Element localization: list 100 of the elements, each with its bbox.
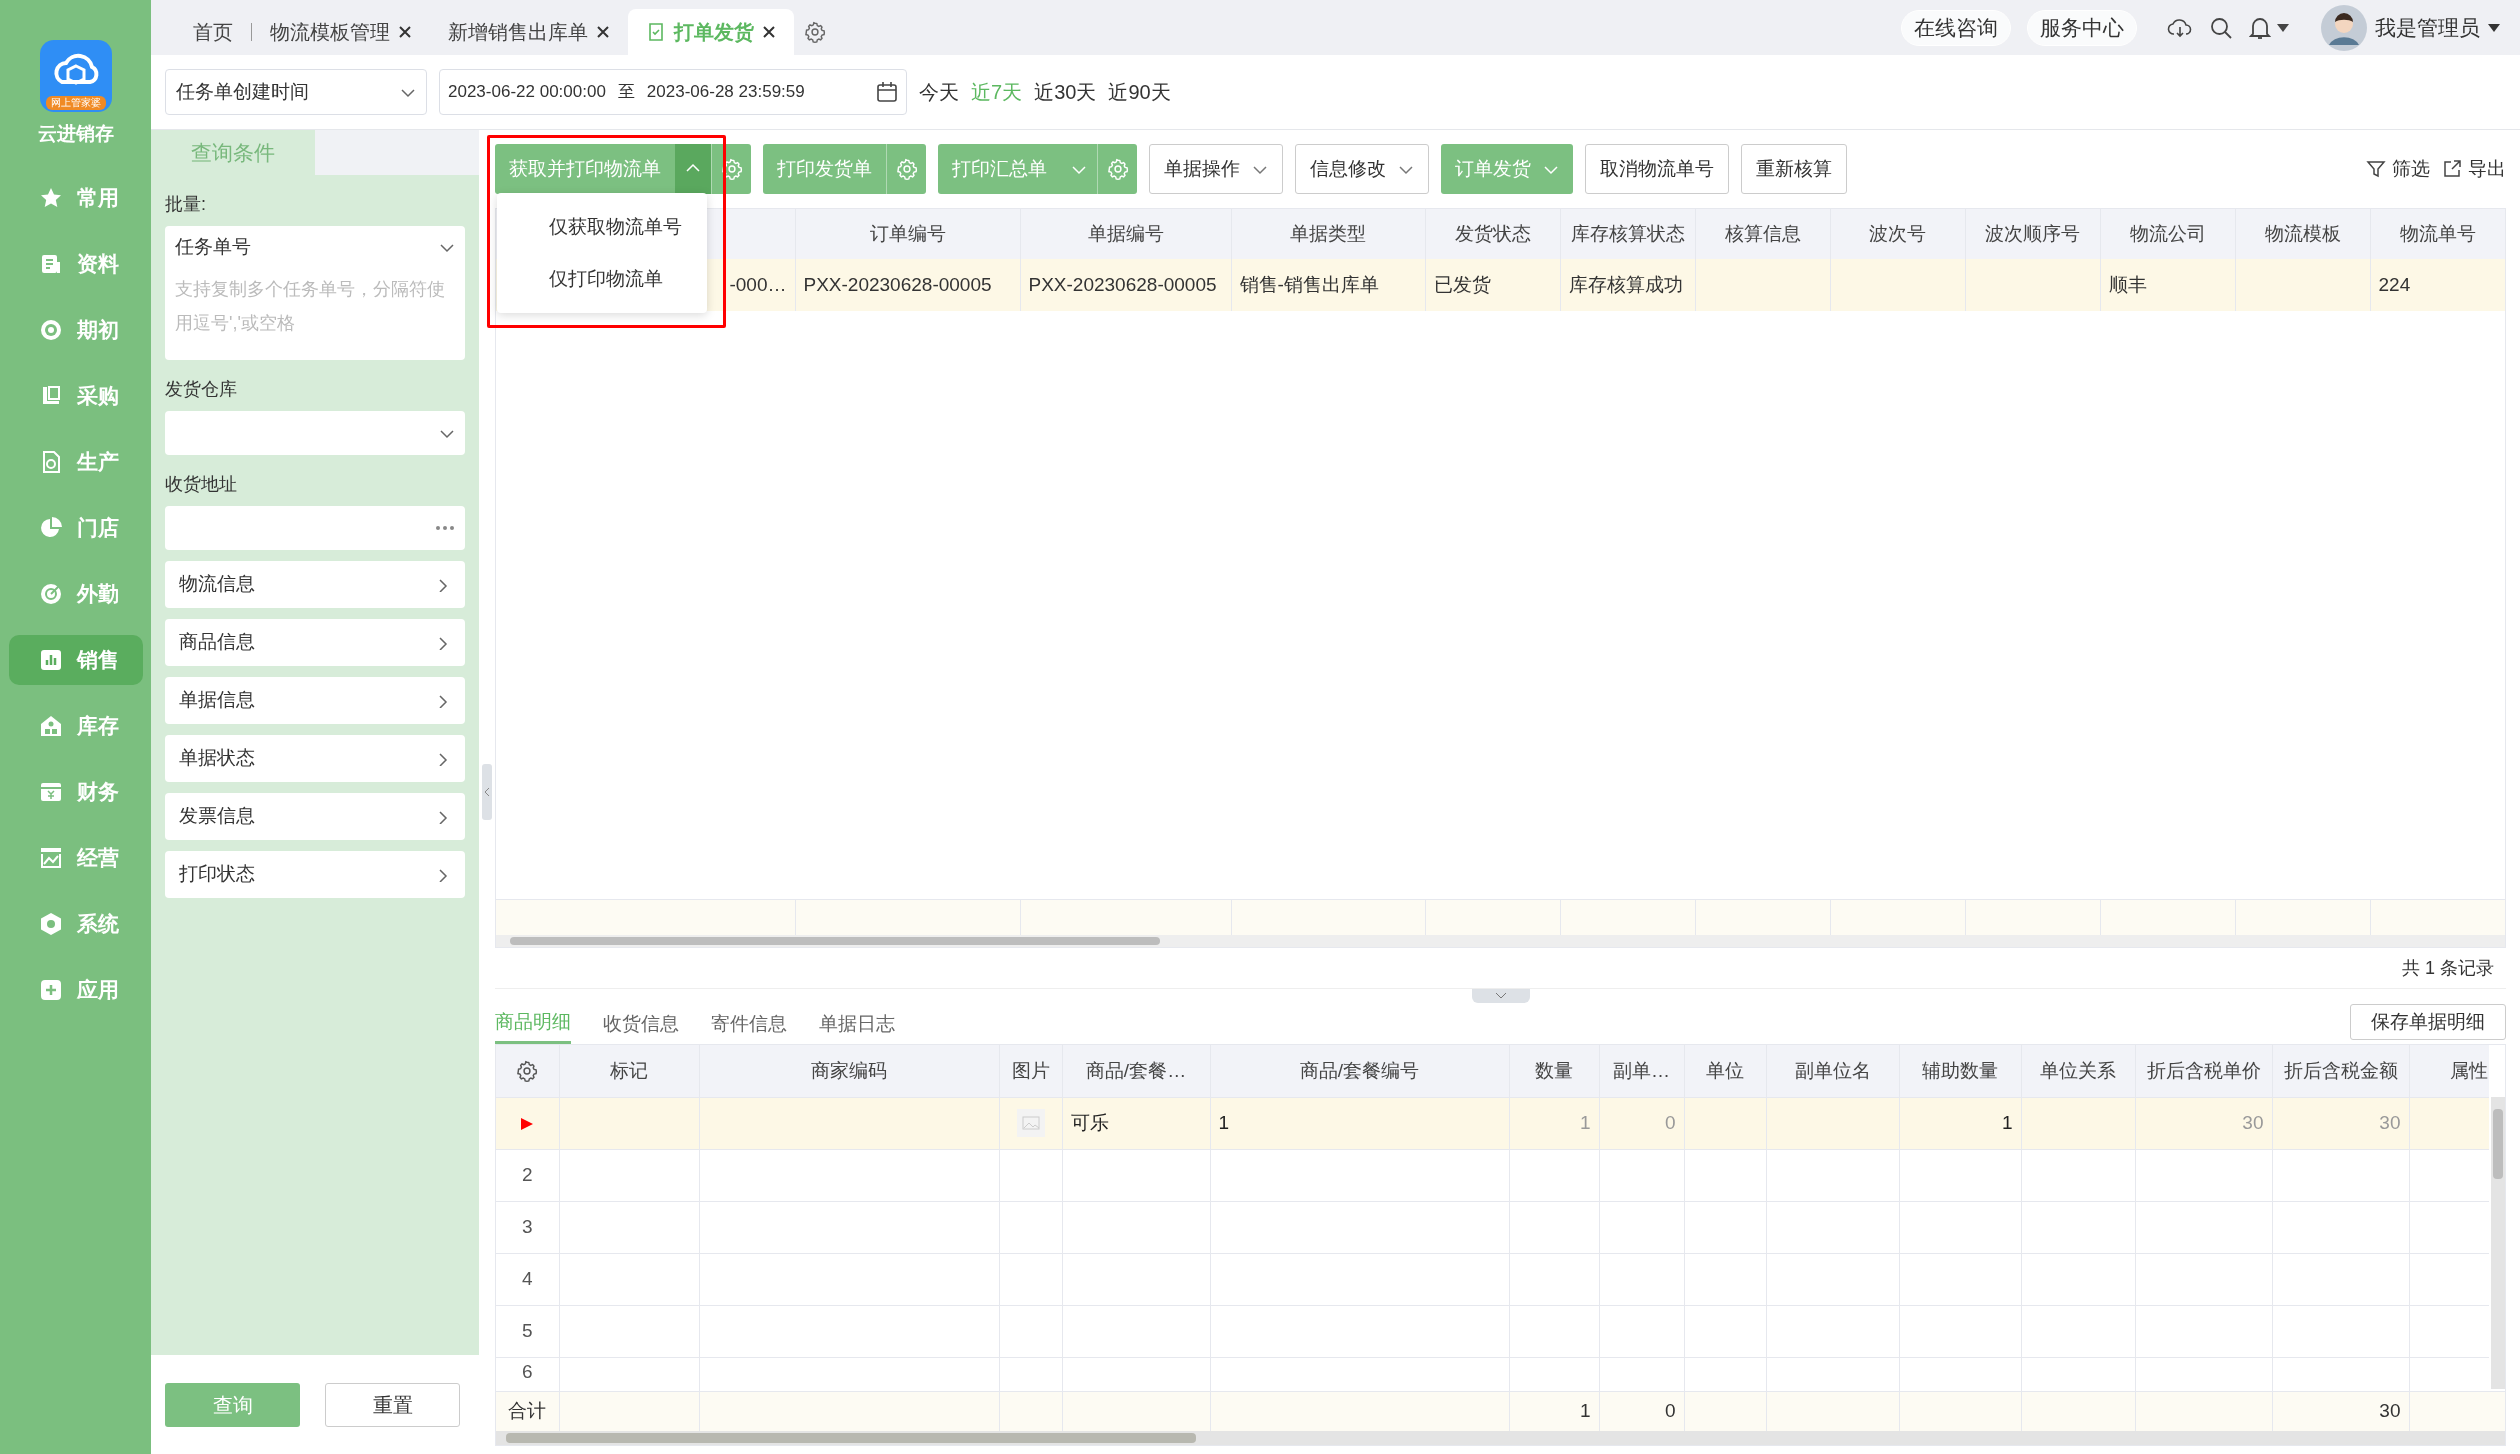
filter-section[interactable]: 单据状态 [165, 735, 465, 782]
table-cell: 销售-销售出库单 [1239, 273, 1379, 295]
settings-icon [804, 21, 826, 43]
total-cell: 30 [2379, 1400, 2401, 1421]
caret-down-icon [2277, 23, 2289, 32]
plus-square-icon [38, 977, 63, 1002]
house-icon [38, 713, 63, 738]
trend-chart-icon [38, 845, 63, 870]
dropdown-toggle[interactable] [675, 144, 711, 194]
table-cell: 已发货 [1433, 273, 1491, 295]
filter-section[interactable]: 商品信息 [165, 619, 465, 666]
export-link[interactable]: 导出 [2442, 154, 2506, 184]
table-cell: 224 [2378, 273, 2411, 295]
chevron-down-icon [1494, 992, 1507, 1000]
tab[interactable]: 物流模板管理 [252, 9, 430, 55]
tab[interactable]: 首页 [175, 9, 251, 55]
detail-tab[interactable]: 寄件信息 [711, 1004, 787, 1044]
collapse-handle[interactable] [482, 764, 492, 820]
table-cell: 0 [1664, 1111, 1676, 1133]
export-icon [2442, 159, 2462, 179]
batch-input[interactable]: 支持复制多个任务单号，分隔符使用逗号','或空格 [165, 268, 465, 360]
quick-range-link[interactable]: 近90天 [1108, 77, 1171, 107]
table-cell: 1 [1579, 1111, 1591, 1133]
column-settings-button[interactable] [516, 1060, 539, 1083]
toolbar-button[interactable]: 单据操作 [1149, 144, 1283, 194]
tab[interactable]: 新增销售出库单 [430, 9, 628, 55]
select-value: 任务单号 [175, 234, 251, 259]
row-number: 2 [521, 1163, 533, 1185]
table-cell: 30 [2379, 1111, 2401, 1133]
menu-item[interactable]: 仅获取物流单号 [497, 201, 707, 253]
table-cell: -000… [729, 273, 787, 295]
row-number: 4 [521, 1267, 533, 1289]
search-button[interactable] [2209, 15, 2233, 40]
user-menu[interactable]: 我是管理员 [2321, 4, 2500, 51]
avatar-icon [2321, 4, 2367, 51]
cube-cloud-icon [39, 40, 112, 112]
table-cell: 1 [1218, 1111, 1230, 1133]
record-count: 共 1 条记录 [2402, 956, 2494, 980]
caret-down-icon [2488, 23, 2500, 32]
target-icon [38, 581, 63, 606]
table-cell: 可乐 [1070, 1111, 1109, 1133]
image-icon [1021, 1116, 1040, 1131]
settings-icon [516, 1060, 539, 1083]
more-icon [435, 525, 455, 531]
total-cell: 0 [1664, 1400, 1676, 1421]
collapse-handle[interactable] [1471, 989, 1530, 1003]
field-label: 收货地址 [165, 473, 238, 496]
table-cell: 库存核算成功 [1568, 273, 1683, 295]
target-icon [38, 317, 63, 342]
detail-tab[interactable]: 单据日志 [819, 1004, 895, 1044]
horizontal-scrollbar[interactable] [496, 1431, 2505, 1445]
filter-section[interactable]: 发票信息 [165, 793, 465, 840]
quick-range-link[interactable]: 近30天 [1034, 77, 1097, 107]
header-link[interactable]: 服务中心 [2027, 9, 2137, 46]
app-name: 云进销存 [37, 122, 114, 146]
toolbar-button[interactable]: 取消物流单号 [1585, 144, 1729, 194]
save-details-button[interactable]: 保存单据明细 [2350, 1004, 2506, 1040]
table-cell: 30 [2242, 1111, 2264, 1133]
date-range-field[interactable]: 2023-06-22 00:00:00 至 2023-06-28 23:59:59 [439, 69, 907, 115]
time-field-select[interactable]: 任务单创建时间 [165, 69, 427, 115]
table-cell: PXX-20230628-00005 [1028, 273, 1217, 295]
table-cell: PXX-20230628-00005 [803, 273, 992, 295]
bell-icon [2249, 15, 2271, 40]
horizontal-scrollbar[interactable] [496, 935, 2505, 947]
table-cell: 1 [2001, 1111, 2013, 1133]
calendar-icon [876, 81, 898, 103]
filter-section[interactable]: 打印状态 [165, 851, 465, 898]
toolbar-button[interactable]: 信息修改 [1295, 144, 1429, 194]
settings-icon [720, 158, 743, 180]
filter-link[interactable]: 筛选 [2366, 154, 2430, 184]
pie-chart-icon [38, 515, 63, 540]
reset-button[interactable]: 重置 [325, 1382, 460, 1427]
bar-chart-icon [38, 647, 63, 672]
field-label: 批量: [165, 193, 207, 216]
row-number: 5 [521, 1319, 533, 1341]
header-link[interactable]: 在线咨询 [1901, 9, 2011, 46]
table-cell: 顺丰 [2108, 273, 2147, 295]
row-number: 3 [521, 1215, 533, 1237]
detail-tab[interactable]: 收货信息 [603, 1004, 679, 1044]
settings-icon [1106, 158, 1129, 180]
menu-item[interactable]: 仅打印物流单 [497, 253, 707, 305]
toolbar-button[interactable]: 重新核算 [1741, 144, 1847, 194]
current-row-icon [520, 1116, 535, 1131]
notifications-button[interactable] [2249, 15, 2289, 40]
row-number: 6 [521, 1360, 533, 1382]
address-field[interactable] [165, 506, 465, 550]
filter-icon [2366, 159, 2386, 179]
batch-type-select[interactable]: 任务单号 [165, 226, 465, 268]
filter-section[interactable]: 单据信息 [165, 677, 465, 724]
vertical-scrollbar[interactable] [2491, 1097, 2505, 1389]
filter-section[interactable]: 物流信息 [165, 561, 465, 608]
totals-label: 合计 [508, 1400, 547, 1421]
end-date: 2023-06-28 23:59:59 [646, 81, 805, 104]
quick-range-link[interactable]: 今天 [919, 77, 959, 107]
checklist-icon [646, 22, 666, 42]
start-date: 2023-06-22 00:00:00 [448, 81, 606, 104]
logo-badge: 网上管家婆 [45, 96, 106, 110]
range-separator: 至 [617, 81, 635, 104]
select-value: 任务单创建时间 [176, 79, 309, 104]
settings-icon [895, 158, 918, 180]
